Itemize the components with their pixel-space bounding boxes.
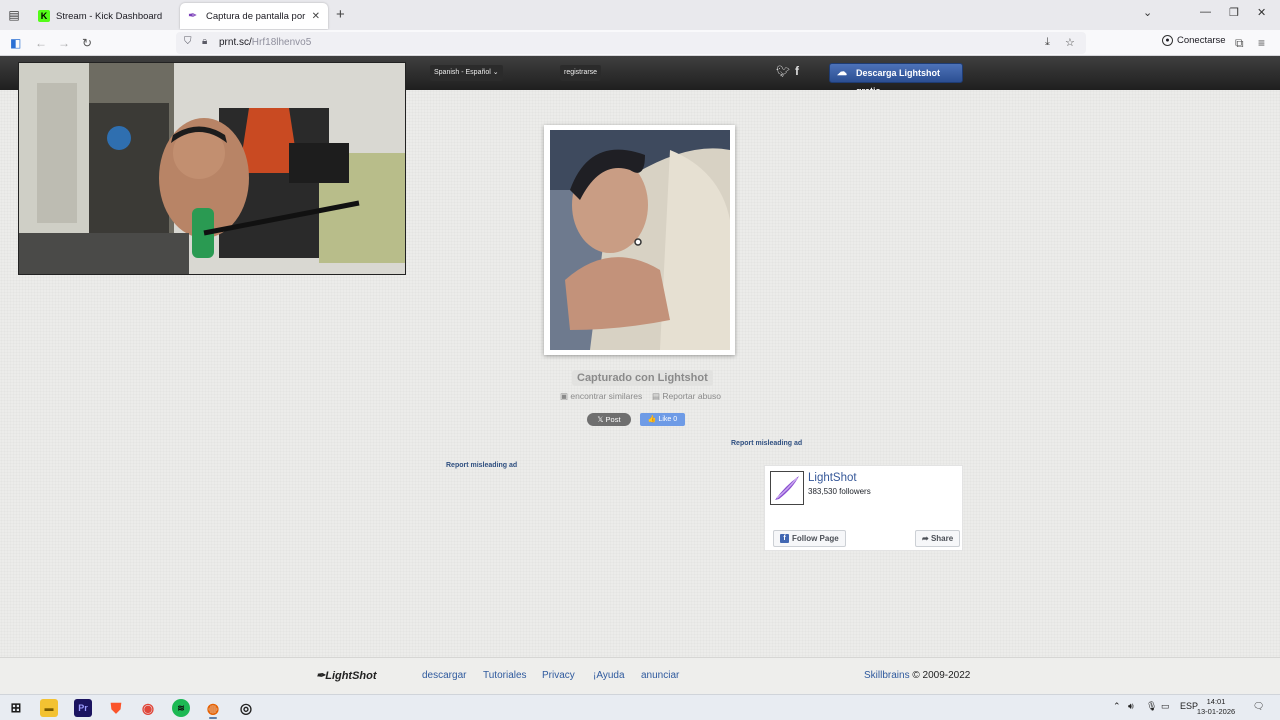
language-select[interactable]: Spanish - Español ⌄ [430, 65, 503, 81]
tracking-protection-shield-icon[interactable]: ⛉ [184, 36, 192, 47]
list-all-tabs-icon[interactable]: ▤ [6, 7, 22, 23]
share-label: Share [930, 534, 954, 543]
extensions-icon[interactable]: ⧉ [1235, 35, 1244, 51]
twitter-icon[interactable]: 🐦︎ [776, 65, 790, 78]
footer-link-download[interactable]: descargar [422, 670, 466, 681]
language-label: Spanish - Español [434, 69, 491, 76]
premiere-pro-icon[interactable]: Pr [74, 699, 92, 717]
share-arrow-icon: ➦ [922, 534, 929, 543]
close-tab-icon[interactable]: ✕ [312, 11, 320, 22]
download-lightshot-button[interactable]: ☁ Descarga Lightshot gratis [829, 63, 963, 96]
save-to-pocket-icon[interactable]: ⤓ [1045, 36, 1050, 49]
cloud-download-icon: ☁ [837, 67, 847, 78]
navigation-toolbar: ◧ ← → ↻ ⛉ 🔒︎ prnt.sc/Hrf18lhenvo5 ⤓ ☆ ● … [0, 30, 1280, 56]
network-icon[interactable]: ▭ [1161, 701, 1170, 712]
signin-label: Conectarse [1177, 35, 1226, 46]
fb-page-name[interactable]: LightShot [808, 472, 857, 484]
fb-followers-count: 383,530 followers [808, 487, 871, 496]
follow-page-label: Follow Page [792, 534, 839, 543]
close-window-button[interactable]: ✕ [1257, 6, 1266, 19]
lightshot-page-logo[interactable] [770, 471, 804, 505]
screenshot-preview[interactable] [544, 125, 735, 355]
footer-link-help[interactable]: ¡Ayuda [593, 670, 625, 681]
tab-overflow-chevron-icon[interactable]: ⌄ [1143, 6, 1152, 19]
show-hidden-icons-chevron-icon[interactable]: ⌃ [1113, 701, 1121, 712]
microphone-icon[interactable]: 🎙︎ [1146, 701, 1157, 712]
url-text[interactable]: prnt.sc/Hrf18lhenvo5 [219, 37, 311, 48]
flag-icon: ▤ [652, 391, 661, 401]
forward-button[interactable]: → [58, 35, 70, 51]
lightshot-favicon-icon: ✒ [188, 10, 198, 22]
bookmark-star-icon[interactable]: ☆ [1065, 36, 1075, 49]
minimize-button[interactable]: — [1200, 6, 1211, 18]
copyright-text: © 2009-2022 [912, 670, 971, 681]
report-abuse-label: Reportar abuso [662, 391, 721, 401]
address-bar[interactable]: ⛉ 🔒︎ prnt.sc/Hrf18lhenvo5 ⤓ ☆ [176, 32, 1086, 54]
account-icon: ● [1162, 35, 1173, 46]
spotify-icon[interactable]: ≋ [172, 699, 190, 717]
clock-time: 14:01 [1206, 697, 1226, 706]
share-button[interactable]: ➦ Share [915, 530, 961, 547]
windows-start-icon[interactable]: ⊞ [7, 699, 25, 717]
follow-page-button[interactable]: f Follow Page [773, 530, 846, 547]
page-footer: ✒LightShot descargar Tutoriales Privacy … [0, 657, 1280, 694]
webcam-overlay-image [18, 62, 406, 275]
skillbrains-link[interactable]: Skillbrains [864, 670, 910, 681]
account-signin-button[interactable]: ● Conectarse [1162, 35, 1226, 46]
feather-icon: ✒ [316, 670, 326, 682]
back-button[interactable]: ← [35, 35, 47, 51]
facebook-icon[interactable]: f [795, 64, 799, 78]
firefox-icon[interactable]: ◍ [204, 699, 222, 717]
lock-icon[interactable]: 🔒︎ [202, 36, 207, 47]
obs-studio-icon[interactable]: ◎ [237, 699, 255, 717]
clock-date: 13-01-2026 [1196, 707, 1236, 716]
screenshot-image[interactable] [550, 130, 730, 350]
firefox-active-indicator [209, 717, 217, 719]
footer-link-advertise[interactable]: anunciar [641, 670, 679, 681]
find-similar-label: encontrar similares [570, 391, 643, 401]
tab-kick-dashboard[interactable]: K Stream - Kick Dashboard [30, 3, 178, 29]
report-misleading-ad-right[interactable]: Report misleading ad [731, 440, 802, 447]
windows-taskbar: ⊞ ▬ Pr ⛊ ◉ ≋ ◍ ◎ ⌃ 🔊︎ 🎙︎ ▭ ESP 14:01 13-… [0, 694, 1280, 720]
volume-icon[interactable]: 🔊︎ [1128, 701, 1134, 712]
tab-title: Captura de pantalla por Lightshot [206, 10, 308, 22]
menu-hamburger-icon[interactable]: ≡ [1258, 35, 1265, 51]
reload-button[interactable]: ↻ [82, 35, 92, 51]
kick-favicon-icon: K [38, 10, 50, 22]
notifications-icon[interactable]: 🗨︎ [1253, 701, 1264, 712]
tab-title: Stream - Kick Dashboard [56, 10, 163, 22]
report-misleading-ad-left[interactable]: Report misleading ad [446, 462, 517, 469]
register-link[interactable]: registrarse [560, 65, 602, 81]
footer-link-privacy[interactable]: Privacy [542, 670, 575, 681]
camera-icon: ▣ [560, 391, 569, 401]
footer-copyright: Skillbrains © 2009-2022 [864, 670, 970, 681]
new-tab-button[interactable]: + [336, 6, 345, 23]
x-post-button[interactable]: 𝕏 Post [587, 413, 631, 426]
report-abuse-link[interactable]: ▤ Reportar abuso [652, 391, 721, 402]
file-explorer-icon[interactable]: ▬ [40, 699, 58, 717]
footer-logo[interactable]: ✒LightShot [316, 669, 377, 682]
sidebar-toggle-icon[interactable]: ◧ [10, 35, 21, 51]
taskbar-clock[interactable]: 14:01 13-01-2026 [1196, 697, 1236, 717]
chrome-icon[interactable]: ◉ [139, 699, 157, 717]
footer-link-tutorials[interactable]: Tutoriales [483, 670, 527, 681]
captured-with-lightshot-label: Capturado con Lightshot [572, 370, 713, 386]
brave-browser-icon[interactable]: ⛊ [107, 699, 125, 717]
find-similar-link[interactable]: ▣ encontrar similares [560, 391, 642, 402]
facebook-icon: f [780, 534, 789, 543]
facebook-like-button[interactable]: 👍 Like 0 [640, 413, 685, 426]
tab-strip: ▤ K Stream - Kick Dashboard ✒ Captura de… [0, 0, 1280, 30]
facebook-page-widget: LightShot 383,530 followers f Follow Pag… [764, 465, 963, 551]
restore-button[interactable]: ❐ [1229, 6, 1239, 19]
footer-logo-text: LightShot [325, 670, 377, 682]
tab-lightshot[interactable]: ✒ Captura de pantalla por Lightshot ✕ [180, 3, 328, 29]
